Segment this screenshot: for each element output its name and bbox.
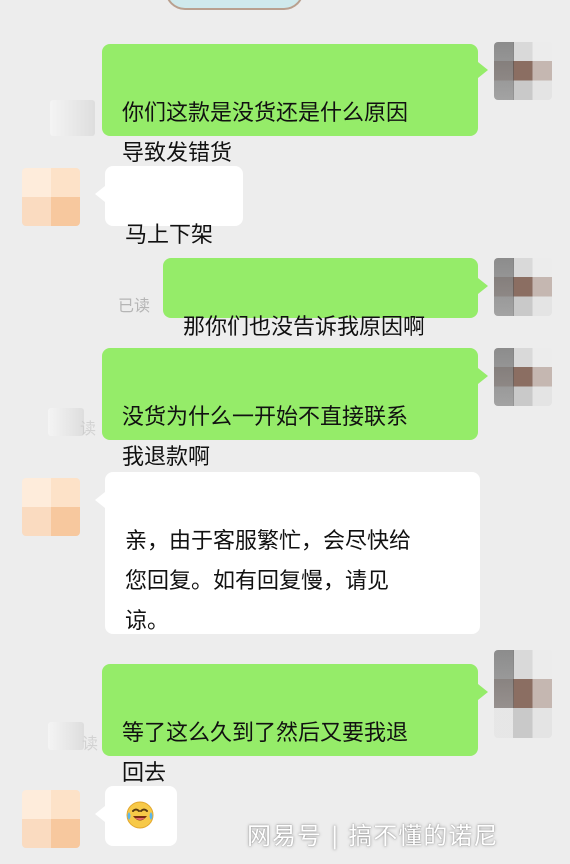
contact-avatar[interactable]: [22, 168, 80, 226]
my-avatar[interactable]: [494, 258, 552, 316]
laughing-crying-emoji-icon: [126, 801, 154, 829]
bubble-tail: [95, 806, 105, 822]
blurred-area: [50, 100, 95, 136]
bubble-tail: [478, 684, 488, 700]
read-status: 读: [80, 419, 97, 438]
watermark: 网易号 | 搞不懂的诺尼: [247, 822, 499, 850]
my-avatar[interactable]: [494, 348, 552, 406]
read-status: 读: [82, 734, 99, 753]
bubble-tail: [95, 186, 105, 202]
blurred-area: [48, 408, 84, 436]
outgoing-message-bubble[interactable]: 没货为什么一开始不直接联系 我退款啊: [102, 348, 478, 470]
my-avatar[interactable]: [494, 650, 552, 738]
message-text: 没货为什么一开始不直接联系 我退款啊: [122, 405, 409, 470]
contact-avatar[interactable]: [22, 478, 80, 536]
bubble-tail: [95, 492, 105, 508]
message-text: 马上下架: [125, 223, 214, 248]
contact-avatar[interactable]: [22, 790, 80, 848]
cropped-sticker: [165, 0, 304, 10]
incoming-message-bubble[interactable]: 马上下架: [105, 166, 243, 248]
outgoing-message-bubble[interactable]: 等了这么久到了然后又要我退 回去: [102, 664, 478, 786]
blurred-area: [48, 722, 84, 750]
message-text: 你们这款是没货还是什么原因 导致发错货: [122, 101, 409, 166]
message-text: 那你们也没告诉我原因啊: [183, 315, 426, 340]
incoming-message-bubble[interactable]: 亲，由于客服繁忙，会尽快给 您回复。如有回复慢，请见 谅。: [105, 472, 480, 634]
outgoing-message-bubble[interactable]: 你们这款是没货还是什么原因 导致发错货: [102, 44, 478, 166]
bubble-tail: [478, 368, 488, 384]
chat-conversation: 你们这款是没货还是什么原因 导致发错货 马上下架 已读 那你们也没告诉我原因啊 …: [0, 0, 570, 864]
incoming-emoji-bubble[interactable]: [105, 786, 177, 846]
read-status: 已读: [118, 296, 151, 315]
message-text: 亲，由于客服繁忙，会尽快给 您回复。如有回复慢，请见 谅。: [125, 529, 412, 634]
bubble-tail: [478, 278, 488, 294]
my-avatar[interactable]: [494, 42, 552, 100]
bubble-tail: [478, 62, 488, 78]
outgoing-message-bubble[interactable]: 那你们也没告诉我原因啊: [163, 258, 478, 340]
message-text: 等了这么久到了然后又要我退 回去: [122, 721, 409, 786]
